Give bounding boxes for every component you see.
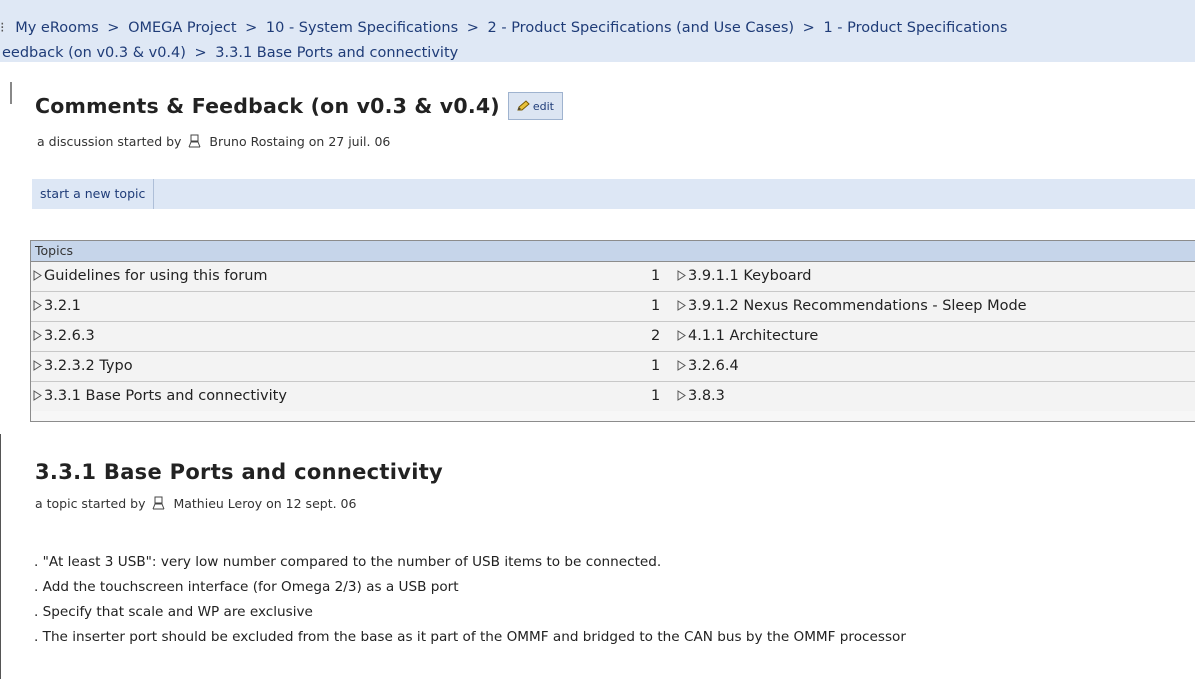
table-row: 3.2.6.3 2 4.1.1 Architecture	[31, 322, 1195, 352]
started-prefix: a discussion started by	[37, 134, 182, 149]
breadcrumb-link[interactable]: 10 - System Specifications	[266, 20, 458, 36]
topic-label: 3.8.3	[688, 388, 725, 404]
topic-label: 3.9.1.2 Nexus Recommendations - Sleep Mo…	[688, 298, 1027, 314]
triangle-right-icon	[33, 300, 42, 311]
topic-label: 3.2.6.3	[44, 328, 95, 344]
started-prefix: a topic started by	[35, 496, 146, 511]
start-new-topic-button[interactable]: start a new topic	[32, 179, 155, 209]
table-row: 3.2.3.2 Typo 1 3.2.6.4	[31, 352, 1195, 382]
pencil-icon	[517, 100, 530, 111]
started-date: 27 juil. 06	[328, 134, 391, 149]
topic-link[interactable]: 3.2.6.3	[33, 322, 95, 351]
started-date: 12 sept. 06	[285, 496, 357, 511]
topic-link[interactable]: 3.3.1 Base Ports and connectivity	[33, 382, 287, 411]
breadcrumb-separator: >	[107, 20, 120, 36]
author-link[interactable]: Bruno Rostaing	[209, 134, 304, 149]
breadcrumb-line-2: eedback (on v0.3 & v0.4) > 3.3.1 Base Po…	[2, 42, 458, 64]
person-icon	[188, 134, 201, 148]
content-left-border	[0, 434, 1, 679]
comment-line: . Add the touchscreen interface (for Ome…	[34, 579, 459, 595]
breadcrumb-link[interactable]: 1 - Product Specifications	[823, 20, 1007, 36]
topic-link[interactable]: 3.9.1.2 Nexus Recommendations - Sleep Mo…	[677, 292, 1027, 321]
table-row: Guidelines for using this forum 1 3.9.1.…	[31, 262, 1195, 292]
triangle-right-icon	[677, 270, 686, 281]
edit-button[interactable]: edit	[507, 92, 563, 120]
topic-count: 1	[651, 298, 661, 314]
topic-body: . "At least 3 USB": very low number comp…	[34, 550, 906, 650]
topic-link[interactable]: 3.8.3	[677, 382, 725, 411]
left-divider	[10, 82, 12, 104]
breadcrumb-separator: >	[194, 45, 207, 61]
topic-link[interactable]: 3.2.1	[33, 292, 81, 321]
topic-label: 3.2.3.2 Typo	[44, 358, 133, 374]
breadcrumb-separator: >	[245, 20, 258, 36]
breadcrumb: ⁝ My eRooms > OMEGA Project > 10 - Syste…	[0, 0, 1195, 62]
new-topic-toolbar: start a new topic	[32, 179, 1195, 209]
triangle-right-icon	[677, 360, 686, 371]
table-row: 3.2.1 1 3.9.1.2 Nexus Recommendations - …	[31, 292, 1195, 322]
topic-count: 2	[651, 328, 661, 344]
triangle-right-icon	[677, 300, 686, 311]
comment-line: . The inserter port should be excluded f…	[34, 629, 906, 645]
topic-link[interactable]: Guidelines for using this forum	[33, 262, 268, 291]
started-on: on	[308, 134, 325, 149]
breadcrumb-line-1: ⁝ My eRooms > OMEGA Project > 10 - Syste…	[0, 17, 1007, 39]
breadcrumb-separator: >	[466, 20, 479, 36]
topic-count: 1	[651, 268, 661, 284]
topic-link[interactable]: 3.2.3.2 Typo	[33, 352, 133, 381]
topic-count: 1	[651, 358, 661, 374]
discussion-title-row: Comments & Feedback (on v0.3 & v0.4) edi…	[35, 92, 563, 120]
triangle-right-icon	[33, 390, 42, 401]
triangle-right-icon	[33, 330, 42, 341]
topic-label: 4.1.1 Architecture	[688, 328, 819, 344]
breadcrumb-link[interactable]: OMEGA Project	[128, 20, 236, 36]
topic-started-by: a topic started by Mathieu Leroy on 12 s…	[35, 496, 356, 511]
started-on: on	[266, 496, 282, 511]
topic-label: 3.3.1 Base Ports and connectivity	[44, 388, 287, 404]
edit-button-label: edit	[532, 99, 554, 113]
topic-link[interactable]: 4.1.1 Architecture	[677, 322, 818, 351]
topics-header: Topics	[31, 241, 1195, 262]
topics-table: Topics Guidelines for using this forum 1…	[30, 240, 1195, 422]
triangle-right-icon	[33, 270, 42, 281]
comment-line: . Specify that scale and WP are exclusiv…	[34, 604, 313, 620]
author-link[interactable]: Mathieu Leroy	[173, 496, 262, 511]
person-icon	[153, 496, 165, 510]
breadcrumb-link[interactable]: eedback (on v0.3 & v0.4)	[2, 45, 186, 61]
topic-link[interactable]: 3.2.6.4	[677, 352, 739, 381]
breadcrumb-current: 3.3.1 Base Ports and connectivity	[215, 45, 459, 61]
topic-count: 1	[651, 388, 661, 404]
triangle-right-icon	[677, 390, 686, 401]
triangle-right-icon	[677, 330, 686, 341]
topic-label: Guidelines for using this forum	[44, 268, 268, 284]
topic-label: 3.2.6.4	[688, 358, 739, 374]
topic-label: 3.2.1	[44, 298, 81, 314]
discussion-started-by: a discussion started by Bruno Rostaing o…	[37, 134, 390, 149]
page-title: Comments & Feedback (on v0.3 & v0.4)	[35, 94, 500, 118]
breadcrumb-menu-icon[interactable]: ⁝	[0, 20, 5, 36]
topic-title: 3.3.1 Base Ports and connectivity	[35, 460, 444, 484]
breadcrumb-link[interactable]: My eRooms	[15, 20, 98, 36]
topic-link[interactable]: 3.9.1.1 Keyboard	[677, 262, 812, 291]
comment-line: . "At least 3 USB": very low number comp…	[34, 554, 662, 570]
breadcrumb-link[interactable]: 2 - Product Specifications (and Use Case…	[488, 20, 795, 36]
table-row: 3.3.1 Base Ports and connectivity 1 3.8.…	[31, 382, 1195, 411]
triangle-right-icon	[33, 360, 42, 371]
topic-label: 3.9.1.1 Keyboard	[688, 268, 812, 284]
breadcrumb-separator: >	[802, 20, 815, 36]
